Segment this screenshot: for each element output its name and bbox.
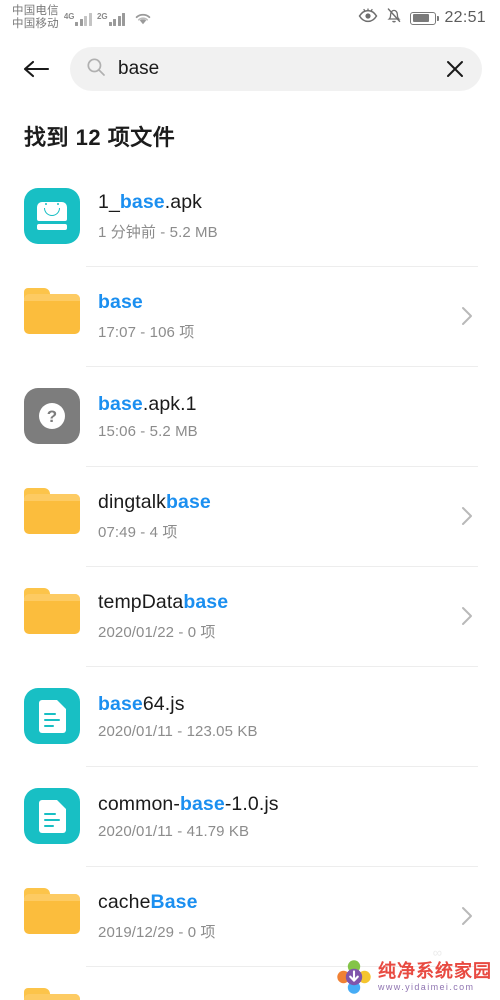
carrier-names: 中国电信 中国移动 [12,5,59,31]
list-item[interactable]: cacheBase 2019/12/29 - 0 项 [0,866,500,966]
clear-search-button[interactable] [442,56,468,82]
bell-muted-icon [386,7,402,29]
file-subtitle: 07:49 - 4 项 [98,523,178,541]
file-name: tempDatabase [98,590,229,613]
document-icon [24,688,80,744]
status-bar: 中国电信 中国移动 4G 2G 22:51 [0,0,500,36]
file-meta: base64.js 2020/01/11 - 123.05 KB [98,693,436,740]
list-item[interactable]: dingtalkbase 07:49 - 4 项 [0,466,500,566]
status-bar-left: 中国电信 中国移动 4G 2G [12,5,153,31]
wifi-icon [133,11,153,26]
file-subtitle: 17:07 - 106 项 [98,323,195,341]
file-meta: base 17:07 - 106 项 [98,291,436,342]
file-name: cacheBase [98,890,198,913]
list-item[interactable]: common-base-1.0.js 2020/01/11 - 41.79 KB [0,766,500,866]
status-bar-clock: 22:51 [444,9,486,26]
site-watermark: 纯净系统家园 www.yidaimei.com [337,960,492,994]
folder-icon [24,588,80,644]
unknown-file-icon: ? [24,388,80,444]
file-meta: dingtalkbase 07:49 - 4 项 [98,491,436,542]
folder-icon [24,888,80,944]
chevron-right-icon[interactable] [454,603,480,629]
file-name: 1_base.apk [98,190,203,213]
watermark-text: 纯净系统家园 www.yidaimei.com [378,962,492,992]
search-field[interactable] [70,47,482,91]
list-item[interactable]: 1_base.apk 1 分钟前 - 5.2 MB [0,166,500,266]
signal-bars-secondary-icon [108,11,126,26]
file-subtitle: 15:06 - 5.2 MB [98,422,198,440]
network-type-secondary: 2G [96,11,108,21]
carrier-secondary: 中国移动 [12,18,59,30]
signal-secondary: 2G [96,11,126,26]
file-subtitle: 1 分钟前 - 5.2 MB [98,223,218,241]
chevron-right-icon[interactable] [454,303,480,329]
signal-primary: 4G [64,11,92,26]
apk-icon [24,188,80,244]
folder-icon [24,488,80,544]
eye-comfort-icon [358,7,378,29]
document-icon [24,788,80,844]
file-name: base [98,290,143,313]
list-item[interactable]: base 17:07 - 106 项 [0,266,500,366]
folder-icon [24,288,80,344]
file-name: dingtalkbase [98,490,211,513]
file-subtitle: 2019/12/29 - 0 项 [98,923,216,941]
search-bar [0,36,500,102]
network-type-primary: 4G [63,11,75,21]
list-item[interactable]: base64.js 2020/01/11 - 123.05 KB [0,666,500,766]
chevron-right-icon[interactable] [454,503,480,529]
file-meta: base.apk.1 15:06 - 5.2 MB [98,393,436,440]
carrier-primary: 中国电信 [12,5,59,17]
file-meta: tempDatabase 2020/01/22 - 0 项 [98,591,436,642]
download-logo-icon [337,960,371,994]
file-meta: cacheBase 2019/12/29 - 0 项 [98,891,436,942]
list-item[interactable]: tempDatabase 2020/01/22 - 0 项 [0,566,500,666]
search-icon [86,57,106,82]
file-meta: 1_base.apk 1 分钟前 - 5.2 MB [98,191,436,242]
file-subtitle: 2020/01/11 - 123.05 KB [98,722,258,740]
battery-icon [410,11,440,25]
list-item[interactable]: ? base.apk.1 15:06 - 5.2 MB [0,366,500,466]
back-button[interactable] [14,47,58,91]
status-bar-right: 22:51 [358,7,486,29]
signal-bars-primary-icon [75,11,92,26]
results-header: 找到 12 项文件 [24,125,176,150]
watermark-url: www.yidaimei.com [378,982,475,992]
file-name: base.apk.1 [98,392,197,415]
file-name: base64.js [98,692,185,715]
file-subtitle: 2020/01/11 - 41.79 KB [98,822,250,840]
folder-icon [24,988,80,1000]
search-results-list: 1_base.apk 1 分钟前 - 5.2 MB base 17:07 - 106 … [0,166,500,1000]
watermark-ghost: ∞ [432,945,444,960]
file-subtitle: 2020/01/22 - 0 项 [98,623,216,641]
chevron-right-icon[interactable] [454,903,480,929]
file-meta: common-base-1.0.js 2020/01/11 - 41.79 KB [98,793,436,840]
search-input[interactable] [118,58,430,80]
watermark-title: 纯净系统家园 [378,961,492,981]
file-name: common-base-1.0.js [98,792,279,815]
file-manager-search-screen: 中国电信 中国移动 4G 2G 22:51 base 找到 12 项文件 1_b… [0,0,500,1000]
